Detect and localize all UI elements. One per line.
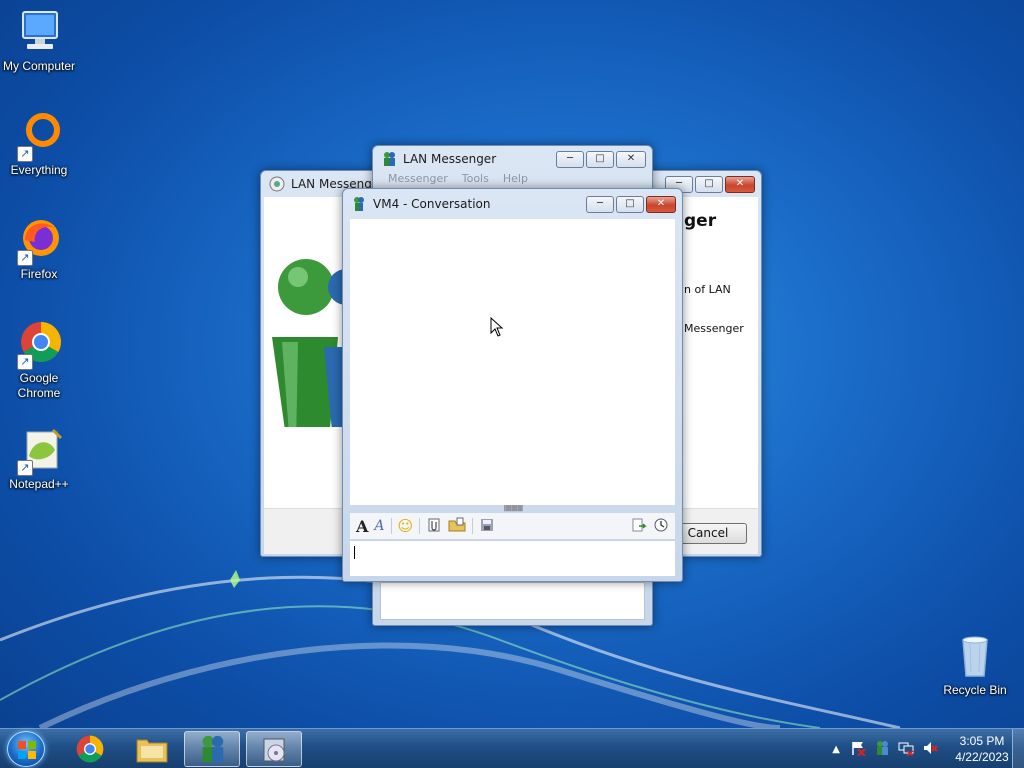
- lan-messenger-icon: [202, 735, 224, 763]
- attach-file-icon[interactable]: [426, 517, 442, 536]
- main-window-titlebar[interactable]: LAN Messenger ─ □ ✕: [373, 146, 652, 172]
- minimize-button[interactable]: ─: [586, 195, 614, 213]
- desktop-icon-label: My Computer: [2, 59, 76, 73]
- desktop-icon-firefox[interactable]: ↗ Firefox: [0, 216, 78, 282]
- close-button[interactable]: ✕: [646, 195, 676, 213]
- history-icon[interactable]: [653, 517, 669, 536]
- volume-muted-icon[interactable]: [922, 740, 938, 759]
- desktop-icon-label: Recycle Bin: [943, 683, 1007, 697]
- close-icon: ✕: [735, 178, 745, 189]
- computer-icon: [15, 8, 63, 56]
- start-button[interactable]: [7, 731, 45, 767]
- text-cursor: [354, 546, 355, 559]
- close-button: ✕: [616, 150, 646, 168]
- action-center-icon[interactable]: [850, 740, 866, 759]
- window-title: VM4 - Conversation: [373, 197, 491, 211]
- window-title: LAN Messenger: [403, 152, 497, 166]
- installer-icon: [263, 738, 285, 762]
- message-input[interactable]: [350, 540, 675, 576]
- everything-icon: ↗: [15, 112, 63, 162]
- show-hidden-icons-icon[interactable]: ▲: [832, 744, 840, 755]
- chrome-icon: ↗: [15, 320, 63, 370]
- desktop-icon-notepad-plus-plus[interactable]: ↗ Notepad++: [0, 426, 78, 492]
- minimize-icon: ─: [566, 153, 574, 164]
- shortcut-arrow-icon: ↗: [17, 250, 33, 266]
- notepad-plus-plus-icon: ↗: [15, 426, 63, 476]
- smiley-icon[interactable]: ☺: [398, 517, 414, 535]
- desktop-icon-label: Everything: [10, 163, 68, 177]
- chrome-icon: [76, 735, 104, 763]
- close-icon: ✕: [656, 198, 666, 209]
- taskbar-file-explorer[interactable]: [124, 731, 180, 767]
- clock-date: 4/22/2023: [955, 750, 1009, 764]
- desktop-icon-recycle-bin[interactable]: Recycle Bin: [936, 632, 1014, 698]
- close-button[interactable]: ✕: [725, 175, 755, 193]
- clock-time: 3:05 PM: [959, 734, 1005, 748]
- folder-icon: [136, 739, 168, 763]
- desktop-icon-google-chrome[interactable]: ↗ Google Chrome: [0, 320, 78, 401]
- recycle-bin-icon: [951, 632, 999, 680]
- maximize-button[interactable]: □: [695, 175, 723, 193]
- shortcut-arrow-icon: ↗: [17, 354, 33, 370]
- mouse-pointer-icon: [490, 317, 504, 337]
- about-heading: ger: [684, 211, 717, 231]
- maximize-icon: □: [595, 153, 605, 164]
- firefox-icon: ↗: [15, 216, 63, 266]
- maximize-icon: □: [704, 178, 714, 189]
- font-icon[interactable]: A: [356, 517, 368, 536]
- minimize-button[interactable]: ─: [556, 150, 584, 168]
- lan-messenger-about-icon: [269, 176, 285, 192]
- about-text-line: n of LAN: [684, 283, 731, 296]
- conversation-window[interactable]: VM4 - Conversation ─ □ ✕ |||||||||||||||…: [342, 188, 683, 582]
- save-icon[interactable]: [479, 517, 495, 536]
- maximize-button[interactable]: □: [586, 150, 614, 168]
- taskbar: ▲ 3:05 PM 4/22/2023: [0, 728, 1024, 768]
- main-client-area: [380, 582, 645, 620]
- send-folder-icon[interactable]: [448, 517, 466, 536]
- conversation-icon: [354, 197, 364, 211]
- maximize-icon: □: [625, 198, 635, 209]
- minimize-icon: ─: [596, 198, 604, 209]
- windows-logo-icon: [18, 741, 36, 759]
- desktop-icon-label: Notepad++: [9, 477, 69, 491]
- desktop-icon-label: Firefox: [20, 267, 58, 281]
- show-desktop-button[interactable]: [1012, 729, 1024, 768]
- taskbar-chrome[interactable]: [62, 731, 118, 767]
- desktop-icon-label: Google Chrome: [17, 371, 61, 400]
- conversation-window-titlebar[interactable]: VM4 - Conversation ─ □ ✕: [343, 189, 682, 219]
- splitter-handle[interactable]: ||||||||||||||||||: [483, 505, 543, 513]
- lan-messenger-logo-icon: [272, 259, 348, 427]
- system-tray: ▲ 3:05 PM 4/22/2023: [832, 729, 1012, 768]
- about-text-line: Messenger: [684, 322, 744, 335]
- export-icon[interactable]: [631, 517, 647, 536]
- desktop-icon-everything[interactable]: ↗ Everything: [0, 112, 78, 178]
- network-icon[interactable]: [898, 740, 914, 759]
- desktop-icon-my-computer[interactable]: My Computer: [0, 8, 78, 74]
- taskbar-lan-messenger[interactable]: [184, 731, 240, 767]
- chat-toolbar: A A ☺: [350, 513, 675, 539]
- shortcut-arrow-icon: ↗: [17, 146, 33, 162]
- clock[interactable]: 3:05 PM 4/22/2023: [952, 733, 1012, 765]
- lan-messenger-icon: [384, 152, 395, 166]
- taskbar-installer[interactable]: [246, 731, 302, 767]
- lan-messenger-tray-icon[interactable]: [874, 740, 890, 759]
- font-color-icon[interactable]: A: [374, 518, 384, 534]
- message-history-area[interactable]: [350, 219, 675, 505]
- maximize-button[interactable]: □: [616, 195, 644, 213]
- close-icon: ✕: [626, 153, 636, 164]
- shortcut-arrow-icon: ↗: [17, 460, 33, 476]
